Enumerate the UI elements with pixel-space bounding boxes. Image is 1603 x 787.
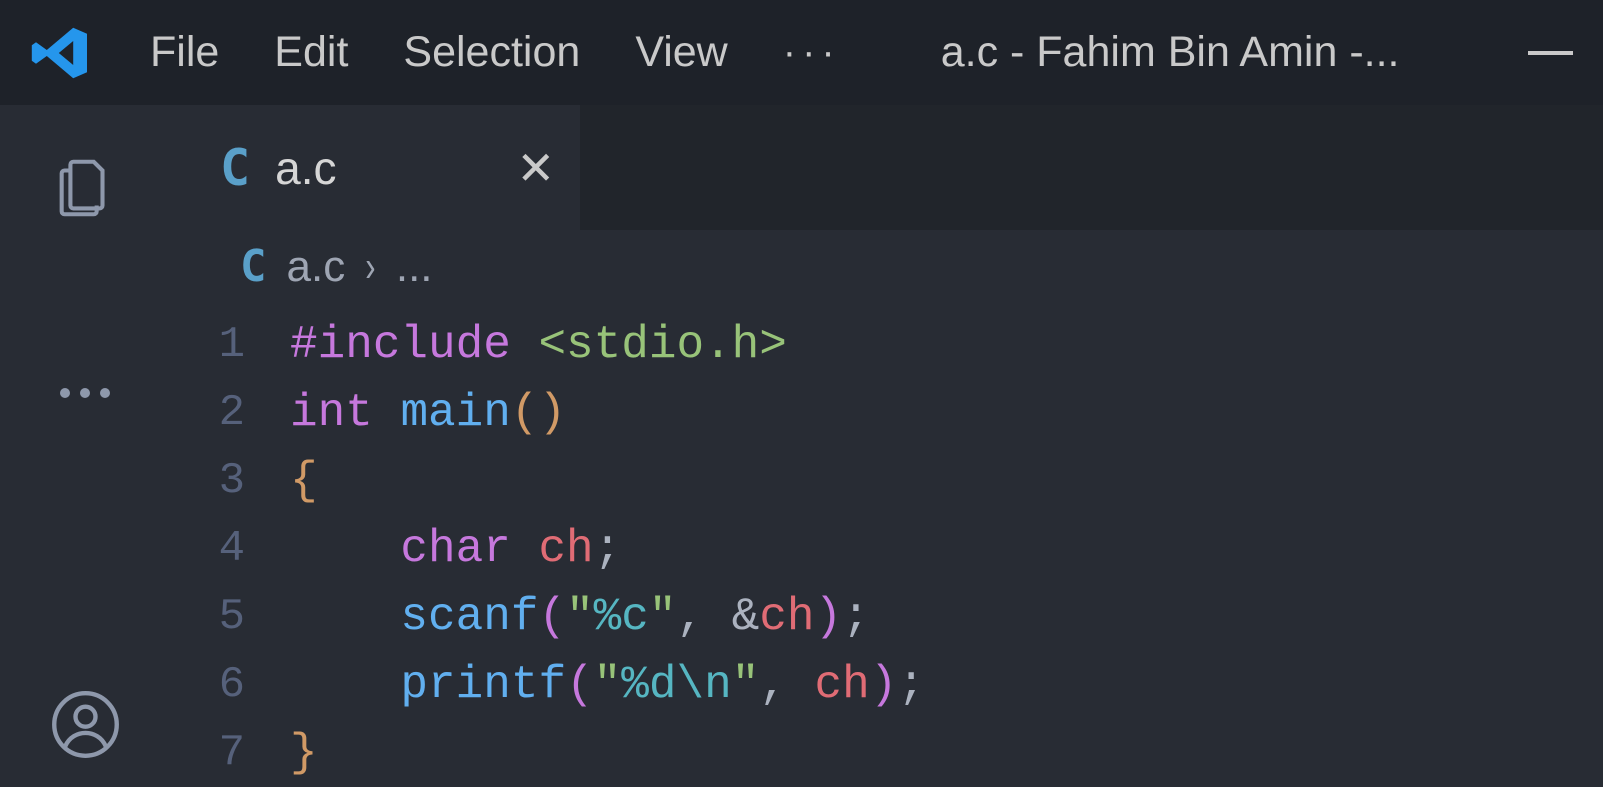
window-title: a.c - Fahim Bin Amin -... bbox=[941, 28, 1400, 77]
line-number: 2 bbox=[215, 379, 290, 447]
menu-view[interactable]: View bbox=[635, 28, 727, 77]
c-file-icon: C bbox=[240, 241, 267, 292]
code-editor[interactable]: 1 #include <stdio.h> 2 int main() 3 { 4 … bbox=[170, 303, 1603, 787]
tab-a-c[interactable]: C a.c ✕ bbox=[170, 105, 580, 230]
accounts-icon[interactable] bbox=[43, 682, 128, 767]
menu-file[interactable]: File bbox=[150, 28, 219, 77]
code-line: 7 } bbox=[215, 719, 1603, 787]
explorer-icon[interactable] bbox=[43, 145, 128, 230]
code-line: 1 #include <stdio.h> bbox=[215, 311, 1603, 379]
tab-bar: C a.c ✕ bbox=[170, 105, 1603, 230]
breadcrumb-tail[interactable]: ... bbox=[396, 242, 433, 292]
line-number: 6 bbox=[215, 651, 290, 719]
breadcrumb-file[interactable]: a.c bbox=[287, 242, 346, 292]
c-file-icon: C bbox=[220, 139, 250, 197]
code-line: 4 char ch; bbox=[215, 515, 1603, 583]
line-number: 1 bbox=[215, 311, 290, 379]
code-line: 3 { bbox=[215, 447, 1603, 515]
breadcrumb[interactable]: C a.c › ... bbox=[170, 230, 1603, 303]
line-number: 7 bbox=[215, 719, 290, 787]
activity-more-icon[interactable] bbox=[43, 350, 128, 435]
line-number: 5 bbox=[215, 583, 290, 651]
vscode-logo-icon bbox=[25, 18, 95, 88]
code-line: 2 int main() bbox=[215, 379, 1603, 447]
tab-label: a.c bbox=[275, 141, 516, 195]
menu-selection[interactable]: Selection bbox=[403, 28, 580, 77]
code-line: 5 scanf("%c", &ch); bbox=[215, 583, 1603, 651]
menu-bar: File Edit Selection View bbox=[150, 28, 728, 77]
title-bar: File Edit Selection View ··· a.c - Fahim… bbox=[0, 0, 1603, 105]
tab-close-icon[interactable]: ✕ bbox=[516, 141, 555, 195]
menu-more-icon[interactable]: ··· bbox=[783, 30, 841, 75]
code-line: 6 printf("%d\n", ch); bbox=[215, 651, 1603, 719]
editor-group: C a.c ✕ C a.c › ... 1 #include <stdio.h>… bbox=[170, 105, 1603, 787]
window-minimize-button[interactable] bbox=[1528, 51, 1573, 55]
menu-edit[interactable]: Edit bbox=[274, 28, 348, 77]
line-number: 4 bbox=[215, 515, 290, 583]
activity-bar bbox=[0, 105, 170, 787]
chevron-right-icon: › bbox=[365, 242, 375, 292]
line-number: 3 bbox=[215, 447, 290, 515]
